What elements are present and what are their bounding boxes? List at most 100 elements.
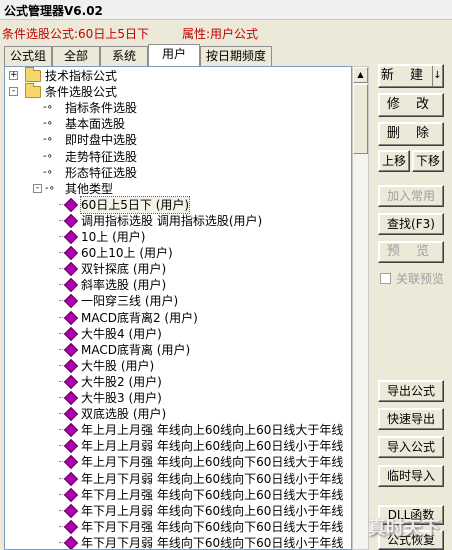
- formula-gem-icon: [63, 229, 79, 245]
- add-to-common-button[interactable]: 加入常用: [378, 185, 444, 207]
- tree-node-label: 双底选股 (用户): [81, 407, 167, 422]
- expand-plus-icon[interactable]: +: [9, 71, 18, 80]
- formula-gem-icon: [63, 487, 79, 502]
- tree-node[interactable]: + 技术指标公式: [5, 67, 351, 84]
- collapse-minus-icon[interactable]: -: [33, 183, 42, 193]
- attribute-label: 属性:用户公式: [182, 27, 259, 41]
- tree-node[interactable]: 10上 (用户): [5, 229, 351, 245]
- key-icon: -∘: [43, 134, 53, 146]
- key-icon: -∘: [43, 150, 53, 162]
- tree-node[interactable]: 年上月下月弱 年线向上60线向下60日线小于年线: [5, 471, 351, 487]
- tree-node[interactable]: 双底选股 (用户): [5, 406, 351, 422]
- tab-user[interactable]: 用户: [148, 44, 200, 66]
- folder-icon: [25, 67, 41, 82]
- tree-node[interactable]: 调用指标选股 调用指标选股(用户): [5, 213, 351, 229]
- tree-scrollbar[interactable]: ▲: [352, 66, 369, 550]
- tree-node-label: 双针探底 (用户): [81, 262, 167, 277]
- tree-node[interactable]: 年上月下月强 年线向上60线向下60日线大于年线: [5, 454, 351, 470]
- formula-gem-icon: [63, 390, 79, 406]
- tree-node[interactable]: 大牛股2 (用户): [5, 374, 351, 390]
- tab-formula-group[interactable]: 公式组: [4, 46, 52, 66]
- tree-node-label: 年上月上月强 年线向上60线向上60日线大于年线: [81, 423, 344, 438]
- formula-gem-icon: [63, 535, 79, 549]
- tree-node[interactable]: 一阳穿三线 (用户): [5, 293, 351, 309]
- tree-node[interactable]: 年下月上月弱 年线向下60线向上60日线小于年线: [5, 503, 351, 519]
- formula-gem-icon: [63, 294, 79, 309]
- tree-node[interactable]: 年下月下月强 年线向下60线向下60日线大于年线: [5, 519, 351, 535]
- preview-button[interactable]: 预 览: [378, 241, 444, 263]
- formula-gem-icon: [63, 358, 79, 373]
- edit-button[interactable]: 修 改: [378, 93, 444, 117]
- tree-node[interactable]: 年上月上月弱 年线向上60线向上60日线小于年线: [5, 438, 351, 454]
- tree-node-label: 10上 (用户): [81, 230, 146, 244]
- related-preview-label: 关联预览: [396, 272, 445, 286]
- tree-node[interactable]: -∘ 走势特征选股: [5, 149, 351, 165]
- folder-icon: [25, 83, 41, 99]
- tree-node[interactable]: 60上10上 (用户): [5, 245, 351, 261]
- tree-node[interactable]: MACD底背离 (用户): [5, 342, 351, 358]
- import-formula-button[interactable]: 导入公式: [378, 436, 444, 458]
- tree-node[interactable]: 大牛股 (用户): [5, 358, 351, 374]
- tree-node[interactable]: 斜率选股 (用户): [5, 277, 351, 293]
- tab-by-date-frequency[interactable]: 按日期频度: [200, 46, 272, 66]
- move-down-button[interactable]: 下移: [412, 150, 444, 172]
- formula-gem-icon: [63, 471, 79, 486]
- quick-export-button[interactable]: 快速导出: [378, 408, 444, 430]
- formula-gem-icon: [63, 262, 79, 277]
- tree-node-label: 调用指标选股 调用指标选股(用户): [81, 213, 263, 228]
- tree-node-label: 大牛股2 (用户): [81, 374, 162, 389]
- tree-node-label: 斜率选股 (用户): [81, 278, 167, 293]
- key-icon: -∘: [43, 102, 53, 114]
- tree-node[interactable]: -∘ 即时盘中选股: [5, 132, 351, 148]
- new-dropdown-arrow-icon[interactable]: ↓: [432, 66, 442, 86]
- tree-node-label: 年下月上月强 年线向下60线向上60日线大于年线: [81, 487, 344, 502]
- formula-gem-icon: [63, 503, 79, 518]
- new-button[interactable]: 新 建 ↓: [378, 64, 444, 88]
- temp-import-button[interactable]: 临时导入: [378, 465, 444, 487]
- related-preview-checkbox[interactable]: 关联预览: [380, 272, 450, 286]
- tree-node[interactable]: -∘ 指标条件选股: [5, 100, 351, 116]
- related-preview-checkbox-box[interactable]: [380, 273, 391, 284]
- tab-all[interactable]: 全部: [52, 46, 100, 66]
- tree-node-label: 大牛股 (用户): [81, 358, 155, 373]
- formula-tree[interactable]: + 技术指标公式 - 条件选股公式 -∘ 指标条件选股 -∘ 基本面选股 -∘ 即时盘中选股 -∘ 走…: [4, 66, 352, 550]
- tree-node-label: 60日上5日下 (用户): [79, 195, 191, 214]
- tree-node[interactable]: -∘ 基本面选股: [5, 116, 351, 132]
- find-button[interactable]: 查找(F3): [378, 213, 444, 235]
- tree-node[interactable]: 双针探底 (用户): [5, 261, 351, 277]
- export-formula-button[interactable]: 导出公式: [378, 380, 444, 402]
- tree-node-label: 形态特征选股: [65, 165, 138, 180]
- key-icon: -∘: [45, 182, 55, 194]
- tree-node[interactable]: MACD底背离2 (用户): [5, 310, 351, 326]
- tree-node-label: 大牛股3 (用户): [81, 391, 162, 405]
- tree-node[interactable]: -∘ 形态特征选股: [5, 165, 351, 181]
- tab-system[interactable]: 系统: [100, 46, 148, 66]
- tree-node[interactable]: 年下月上月强 年线向下60线向上60日线大于年线: [5, 487, 351, 503]
- tree-node-label: 条件选股公式: [45, 85, 118, 100]
- tree-node[interactable]: - 条件选股公式: [5, 83, 351, 100]
- tree-node[interactable]: 年上月上月强 年线向上60线向上60日线大于年线: [5, 422, 351, 438]
- tree-node-label: 年下月上月弱 年线向下60线向上60日线小于年线: [81, 503, 344, 518]
- formula-gem-icon: [63, 326, 79, 341]
- formula-gem-icon: [63, 374, 79, 389]
- formula-gem-icon: [63, 423, 79, 438]
- scroll-up-arrow-icon[interactable]: ▲: [353, 67, 368, 83]
- watermark-logo: 真时天下: [368, 518, 440, 539]
- formula-gem-icon: [63, 197, 79, 212]
- collapse-minus-icon[interactable]: -: [9, 87, 18, 97]
- tree-node[interactable]: 60日上5日下 (用户): [5, 195, 351, 214]
- tree-node[interactable]: - -∘ 其他类型: [5, 181, 351, 197]
- new-button-label: 新 建: [380, 68, 430, 83]
- tree-node-label: 其他类型: [65, 181, 114, 196]
- window-title: 公式管理器V6.02: [4, 4, 103, 18]
- formula-gem-icon: [63, 407, 79, 422]
- formula-gem-icon: [63, 455, 79, 470]
- scroll-thumb[interactable]: [353, 84, 368, 154]
- tree-node[interactable]: 大牛股3 (用户): [5, 390, 351, 406]
- move-up-button[interactable]: 上移: [378, 150, 410, 172]
- tree-node-label: 年上月下月强 年线向上60线向下60日线大于年线: [81, 455, 344, 470]
- tree-node[interactable]: 年下月下月弱 年线向下60线向下60日线小于年线: [5, 535, 351, 549]
- tree-node[interactable]: 大牛股4 (用户): [5, 326, 351, 342]
- delete-button[interactable]: 删 除: [378, 122, 444, 146]
- formula-gem-icon: [63, 213, 79, 228]
